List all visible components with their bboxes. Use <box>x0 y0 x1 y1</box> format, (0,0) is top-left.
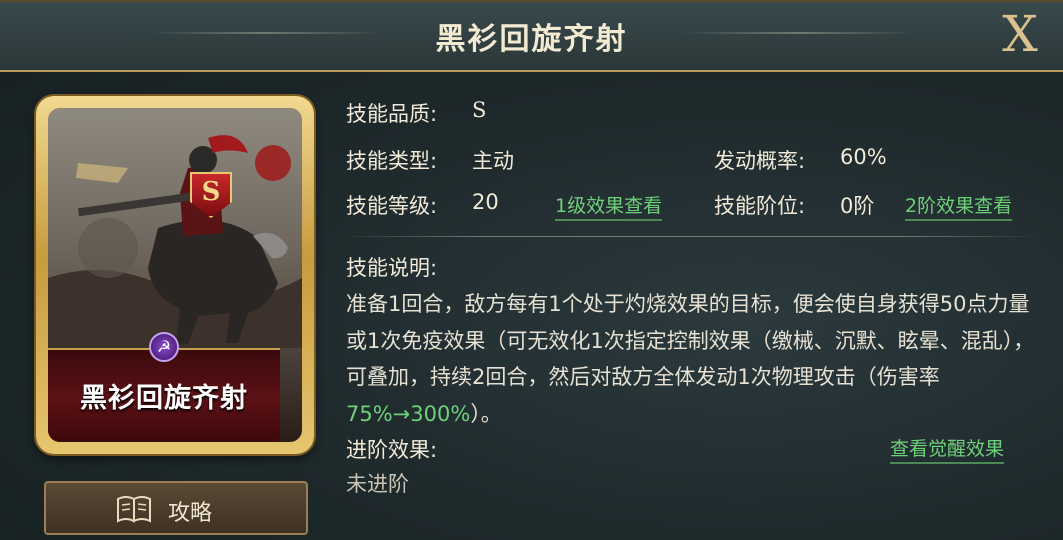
description-body: 准备1回合，敌方每有1个处于灼烧效果的目标，便会使自身获得50点力量或1次免疫效… <box>346 292 1035 389</box>
advance-label: 进阶效果: <box>346 438 438 462</box>
rank-value: 0阶 <box>840 194 875 218</box>
strategy-label: 攻略 <box>168 501 213 526</box>
skill-card-name: 黑衫回旋齐射 <box>80 383 248 414</box>
book-icon <box>117 496 151 523</box>
skill-card-nameplate: 黑衫回旋齐射 <box>48 348 280 442</box>
description-label: 技能说明: <box>346 256 438 280</box>
skill-card-art <box>48 108 302 348</box>
level-label: 技能等级: <box>346 194 438 218</box>
probability-value: 60% <box>840 145 887 169</box>
close-button[interactable]: X <box>995 6 1045 62</box>
title-bar: 黑衫回旋齐射 X <box>0 0 1063 72</box>
divider <box>340 236 1040 237</box>
probability-label: 发动概率: <box>714 149 806 173</box>
quality-label: 技能品质: <box>346 102 438 126</box>
advance-value: 未进阶 <box>346 472 409 496</box>
level-effect-link[interactable]: 1级效果查看 <box>555 191 663 221</box>
skill-card: 黑衫回旋齐射 S ☭ <box>36 96 314 454</box>
skill-card-frame: 黑衫回旋齐射 <box>48 108 302 442</box>
type-value: 主动 <box>472 149 514 173</box>
damage-rate-highlight: 75%→300% <box>346 401 471 426</box>
description-end: ）。 <box>470 401 502 426</box>
purple-skill-type-icon: ☭ <box>149 332 179 362</box>
strategy-button[interactable]: 攻略 <box>44 481 308 535</box>
awaken-effect-link[interactable]: 查看觉醒效果 <box>890 434 1005 464</box>
page-title: 黑衫回旋齐射 <box>435 22 628 57</box>
type-label: 技能类型: <box>346 149 438 173</box>
level-value: 20 <box>472 190 499 214</box>
rank-effect-link[interactable]: 2阶效果查看 <box>905 191 1013 221</box>
rank-label: 技能阶位: <box>714 194 806 218</box>
quality-value: S <box>472 98 487 122</box>
description-text: 准备1回合，敌方每有1个处于灼烧效果的目标，便会使自身获得50点力量或1次免疫效… <box>346 286 1036 432</box>
